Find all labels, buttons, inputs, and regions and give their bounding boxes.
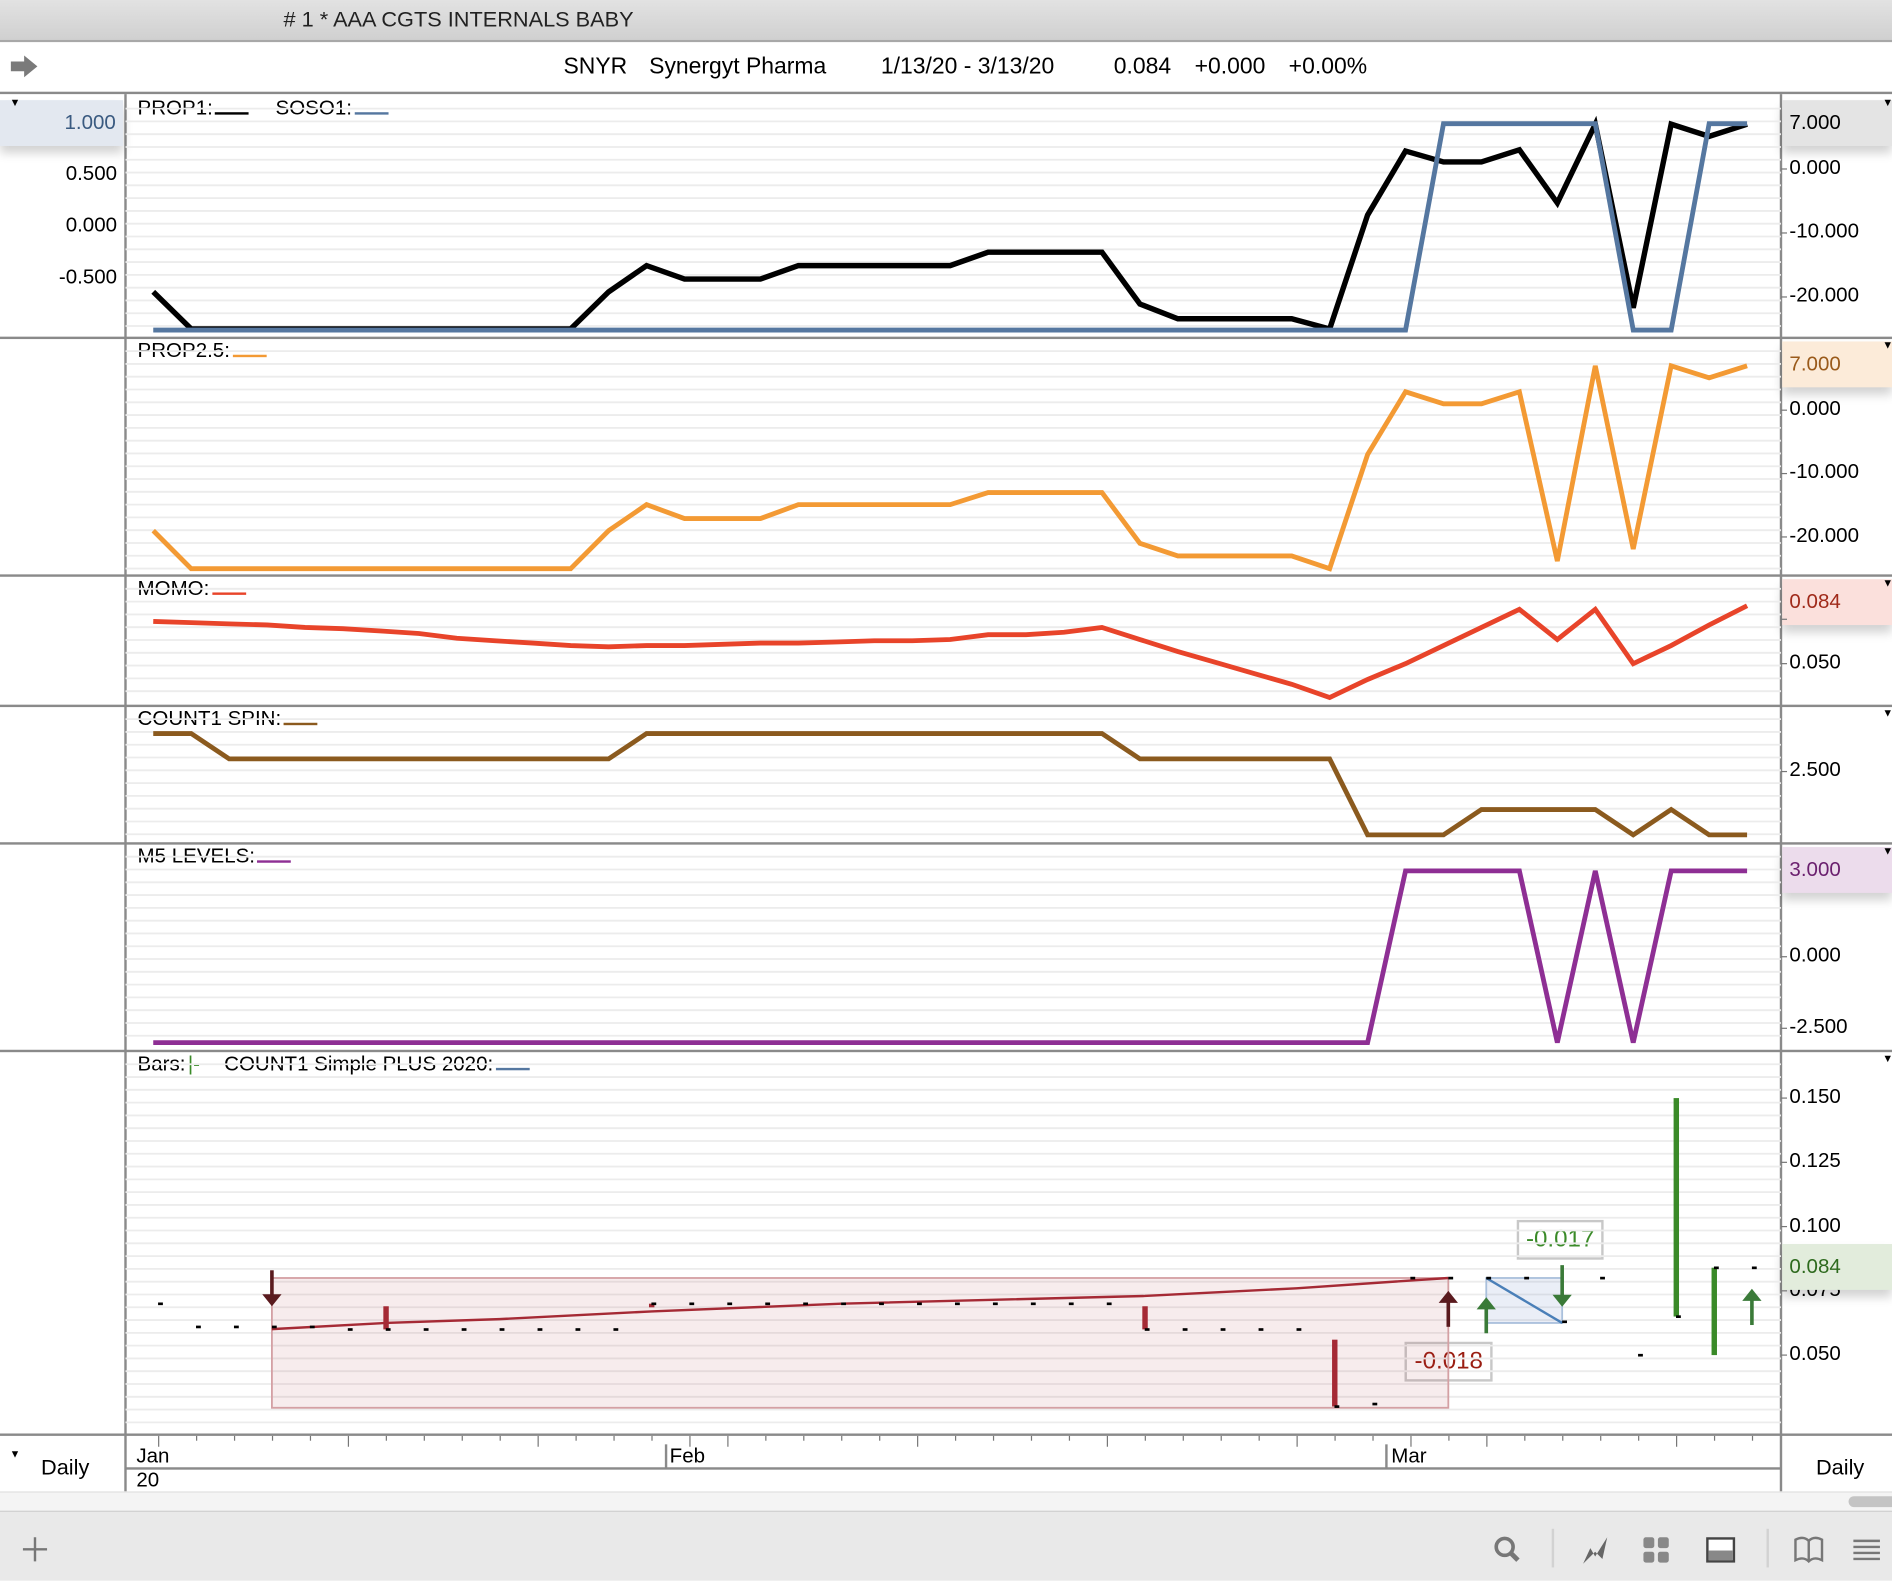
toolbar-separator	[1551, 1528, 1555, 1568]
horizontal-scrollbar[interactable]	[0, 1491, 1892, 1512]
close-tick	[158, 1302, 163, 1306]
close-tick	[1448, 1276, 1454, 1280]
close-tick	[765, 1302, 771, 1306]
price-range-bar	[1142, 1306, 1148, 1330]
year-label: 20	[136, 1468, 160, 1492]
close-tick	[196, 1325, 201, 1329]
timeframe-label-left: Daily	[41, 1455, 90, 1480]
close-tick	[1524, 1276, 1530, 1280]
timeframe-label-right: Daily	[1815, 1455, 1865, 1480]
bottom-toolbar	[0, 1510, 1892, 1581]
close-tick	[1106, 1302, 1112, 1306]
toolbar-separator	[1766, 1528, 1769, 1568]
month-label-feb: Feb	[669, 1444, 706, 1468]
close-tick	[651, 1302, 657, 1306]
scrollbar-thumb[interactable]	[1848, 1496, 1892, 1508]
close-tick	[879, 1302, 884, 1306]
close-tick	[1486, 1276, 1492, 1280]
close-tick	[1144, 1328, 1150, 1331]
price-range-bar	[1332, 1339, 1338, 1407]
panel-icon[interactable]	[1705, 1534, 1736, 1565]
chart-style-icon[interactable]	[1581, 1534, 1612, 1565]
close-tick	[1751, 1266, 1757, 1270]
book-icon[interactable]	[1793, 1534, 1824, 1565]
close-tick	[1068, 1302, 1074, 1306]
close-tick	[1296, 1328, 1302, 1331]
series-line-prop2-5	[151, 362, 1748, 572]
add-icon[interactable]	[19, 1534, 50, 1565]
close-tick	[1562, 1320, 1567, 1324]
chart-window: # 1 * AAA CGTS INTERNALS BABY SNYR Syner…	[0, 0, 1892, 1581]
menu-icon[interactable]	[1851, 1534, 1882, 1565]
close-tick	[271, 1325, 277, 1329]
close-tick	[803, 1302, 809, 1306]
close-tick	[1600, 1276, 1605, 1280]
close-tick	[1638, 1353, 1643, 1357]
month-label-jan: Jan	[136, 1444, 170, 1468]
close-tick	[309, 1325, 315, 1329]
series-line-prop1	[151, 115, 1748, 333]
close-tick	[575, 1328, 581, 1331]
search-icon[interactable]	[1491, 1534, 1522, 1565]
close-tick	[1334, 1405, 1340, 1408]
series-line-count1-spin	[153, 731, 1748, 838]
timeframe-right[interactable]: Daily	[1783, 1443, 1892, 1491]
close-tick	[1676, 1315, 1681, 1318]
month-label-mar: Mar	[1391, 1444, 1427, 1468]
timeframe-left[interactable]: ▼ Daily	[0, 1443, 125, 1491]
plot-canvas[interactable]	[0, 0, 1892, 1579]
close-tick	[689, 1302, 695, 1306]
price-range-bar	[383, 1306, 389, 1330]
close-tick	[954, 1302, 960, 1306]
close-tick	[1713, 1266, 1719, 1270]
close-tick	[1030, 1302, 1036, 1306]
close-tick	[613, 1328, 619, 1331]
close-tick	[385, 1328, 391, 1331]
close-tick	[1372, 1402, 1378, 1406]
close-tick	[461, 1328, 467, 1331]
close-tick	[1258, 1328, 1264, 1331]
series-line-momo	[153, 603, 1749, 701]
close-tick	[537, 1328, 543, 1331]
layout-grid-icon[interactable]	[1641, 1534, 1672, 1565]
price-range-bar	[1711, 1267, 1717, 1356]
close-tick	[992, 1302, 998, 1306]
close-tick	[727, 1302, 733, 1306]
price-range-bar	[1673, 1098, 1680, 1317]
zone-box[interactable]	[271, 1277, 1450, 1409]
dropdown-triangle-icon: ▼	[9, 1447, 21, 1461]
close-tick	[499, 1328, 505, 1331]
close-tick	[1182, 1328, 1188, 1331]
close-tick	[423, 1328, 429, 1331]
series-line-m5-levels	[153, 868, 1748, 1046]
close-tick	[841, 1302, 846, 1306]
close-tick	[917, 1302, 922, 1306]
close-tick	[1410, 1276, 1416, 1280]
close-tick	[1220, 1328, 1226, 1331]
close-tick	[347, 1328, 353, 1331]
close-tick	[233, 1325, 239, 1329]
